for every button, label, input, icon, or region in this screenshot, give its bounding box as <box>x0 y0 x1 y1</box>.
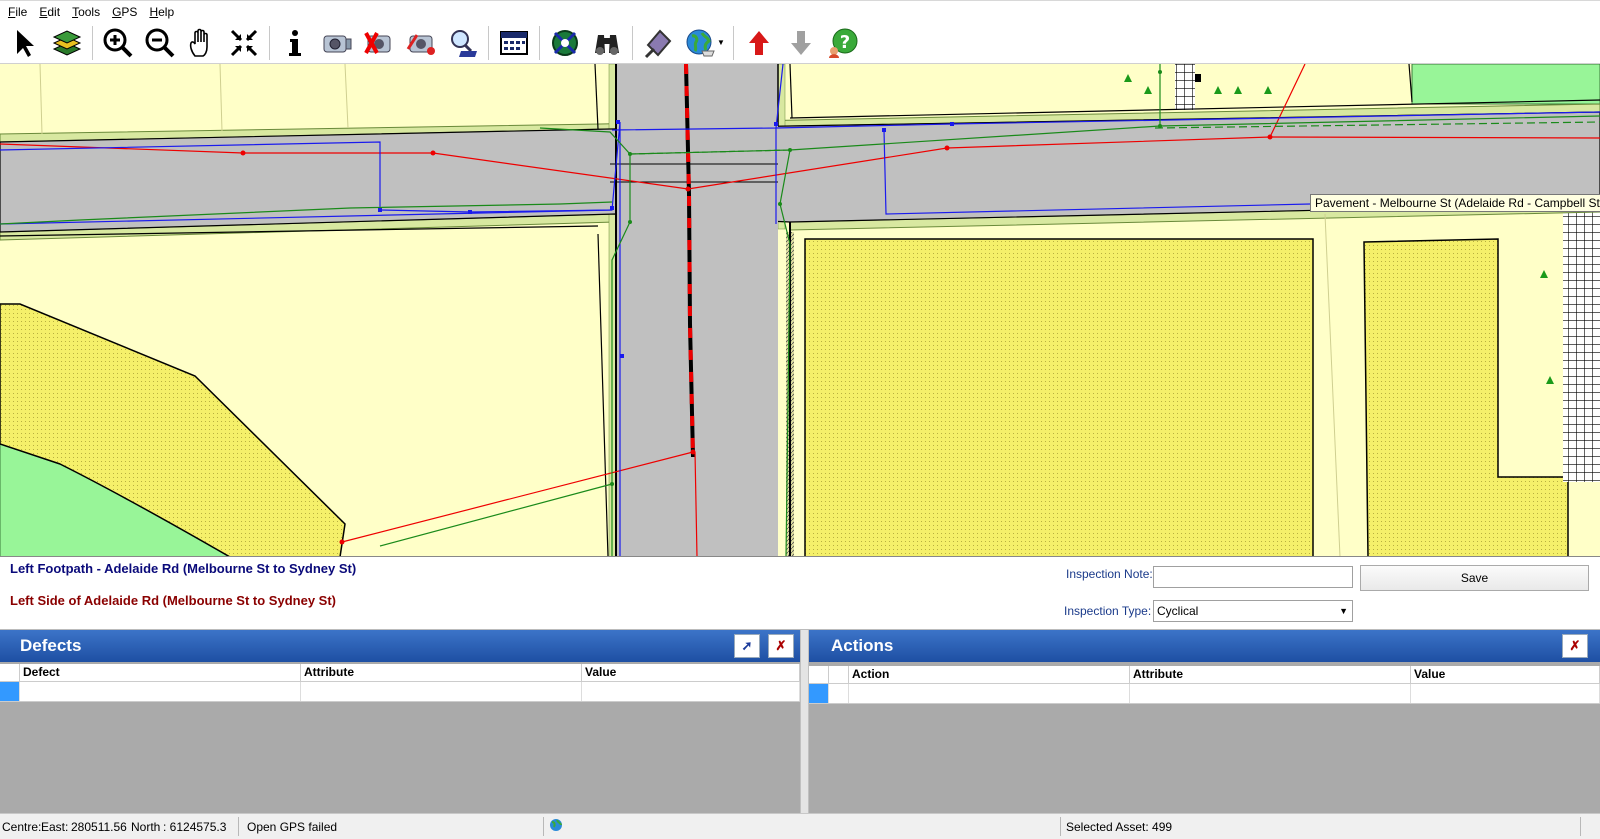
inspection-type-select[interactable]: Cyclical ▼ <box>1153 600 1353 622</box>
app-window: File Edit Tools GPS Help ▼ ? Pavement - … <box>0 0 1600 839</box>
search-map-icon[interactable] <box>444 24 482 62</box>
panel-splitter[interactable] <box>800 630 809 813</box>
camera-icon[interactable] <box>318 24 356 62</box>
gps-status: Open GPS failed <box>247 820 338 834</box>
north-value: : 6124575.3 <box>163 820 227 834</box>
pin-icon[interactable]: ➚ <box>734 634 760 658</box>
east-label: East: <box>41 820 69 834</box>
column-header-action[interactable]: Action <box>849 666 1130 684</box>
park-area <box>1411 64 1600 105</box>
row-selector[interactable] <box>809 684 829 703</box>
table-cell[interactable] <box>1130 684 1411 703</box>
toolbar-separator <box>733 25 734 60</box>
info-icon[interactable] <box>276 24 314 62</box>
row-selector[interactable] <box>0 682 20 701</box>
column-header-value[interactable]: Value <box>1411 666 1600 684</box>
status-separator <box>1060 817 1061 836</box>
toolbar-separator <box>488 25 489 60</box>
defects-title: Defects <box>20 636 82 655</box>
zoom-in-icon[interactable] <box>99 24 137 62</box>
actions-grid-header: Action Attribute Value <box>809 666 1600 684</box>
table-cell[interactable] <box>301 682 582 701</box>
actions-panel: Actions ✗ Action Attribute Value <box>809 630 1600 813</box>
chevron-down-icon[interactable]: ▼ <box>717 38 725 47</box>
menu-gps[interactable]: GPS <box>112 5 137 19</box>
row-indicator-header <box>0 664 20 682</box>
table-cell[interactable] <box>1411 684 1600 703</box>
selected-asset-status: Selected Asset: 499 <box>1066 820 1173 834</box>
zoom-out-icon[interactable] <box>141 24 179 62</box>
column-header-defect[interactable]: Defect <box>20 664 301 682</box>
toolbar-separator <box>539 25 540 60</box>
east-value: 280511.56 <box>71 820 127 834</box>
map-tooltip: Pavement - Melbourne St (Adelaide Rd - C… <box>1310 194 1600 212</box>
gps-globe-icon <box>549 818 563 835</box>
defects-grid-header: Defect Attribute Value <box>0 664 800 682</box>
delete-icon[interactable]: ✗ <box>768 634 794 658</box>
camera-delete-icon[interactable] <box>360 24 398 62</box>
table-cell[interactable] <box>20 682 301 701</box>
status-separator <box>238 817 239 836</box>
building <box>1175 64 1195 110</box>
menu-help[interactable]: Help <box>149 5 174 19</box>
row-indicator-header <box>809 666 829 684</box>
menu-tools[interactable]: Tools <box>72 5 100 19</box>
table-cell[interactable] <box>849 684 1130 703</box>
layers-icon[interactable] <box>48 24 86 62</box>
zoom-extent-icon[interactable] <box>225 24 263 62</box>
status-bar: Centre: East: 280511.56 North : 6124575.… <box>0 813 1600 839</box>
row-indicator-header <box>829 666 849 684</box>
property-parcel <box>804 238 1314 556</box>
table-cell[interactable] <box>582 682 800 701</box>
actions-title: Actions <box>831 636 894 655</box>
inspection-note-input[interactable] <box>1153 566 1353 588</box>
calendar-icon[interactable] <box>495 24 533 62</box>
inspection-panel: Left Footpath - Adelaide Rd (Melbourne S… <box>0 557 1600 630</box>
table-cell[interactable] <box>829 684 849 703</box>
help-icon[interactable]: ? <box>824 24 862 62</box>
toolbar-separator <box>92 25 93 60</box>
chevron-down-icon: ▼ <box>1339 606 1348 616</box>
table-row[interactable] <box>0 682 800 702</box>
arrow-up-icon[interactable] <box>740 24 778 62</box>
menu-bar: File Edit Tools GPS Help <box>0 0 1600 22</box>
building <box>1563 212 1600 482</box>
table-row[interactable] <box>809 684 1600 704</box>
select-arrow-icon[interactable] <box>6 24 44 62</box>
toolbar-separator <box>632 25 633 60</box>
menu-file[interactable]: File <box>8 5 27 19</box>
inspection-type-value: Cyclical <box>1157 604 1199 618</box>
inspection-note-label: Inspection Note: <box>1066 567 1153 581</box>
status-separator <box>1580 817 1581 836</box>
column-header-attribute[interactable]: Attribute <box>1130 666 1411 684</box>
globe-icon[interactable] <box>681 24 719 62</box>
defects-panel: Defects ➚ ✗ Defect Attribute Value <box>0 630 800 813</box>
column-header-value[interactable]: Value <box>582 664 800 682</box>
toolbar: ▼ ? <box>0 22 1600 64</box>
column-header-attribute[interactable]: Attribute <box>301 664 582 682</box>
asset-footpath-title[interactable]: Left Footpath - Adelaide Rd (Melbourne S… <box>10 561 356 576</box>
binoculars-icon[interactable] <box>588 24 626 62</box>
defects-header: Defects ➚ ✗ <box>0 630 800 662</box>
toolbar-separator <box>269 25 270 60</box>
sign-icon[interactable] <box>639 24 677 62</box>
save-button[interactable]: Save <box>1360 565 1589 591</box>
status-separator <box>543 817 544 836</box>
road-adelaide-rd[interactable] <box>616 64 778 557</box>
actions-header: Actions ✗ <box>809 630 1600 662</box>
pan-hand-icon[interactable] <box>183 24 221 62</box>
inspection-type-label: Inspection Type: <box>1064 604 1152 618</box>
asset-road-side-title[interactable]: Left Side of Adelaide Rd (Melbourne St t… <box>10 593 336 608</box>
camera-edit-icon[interactable] <box>402 24 440 62</box>
delete-icon[interactable]: ✗ <box>1562 634 1588 658</box>
svg-text:?: ? <box>840 32 850 53</box>
map-canvas[interactable]: Pavement - Melbourne St (Adelaide Rd - C… <box>0 64 1600 557</box>
gps-satellite-icon[interactable] <box>546 24 584 62</box>
north-label: North <box>131 820 161 834</box>
menu-edit[interactable]: Edit <box>39 5 60 19</box>
arrow-down-icon[interactable] <box>782 24 820 62</box>
centre-label: Centre: <box>2 820 42 834</box>
